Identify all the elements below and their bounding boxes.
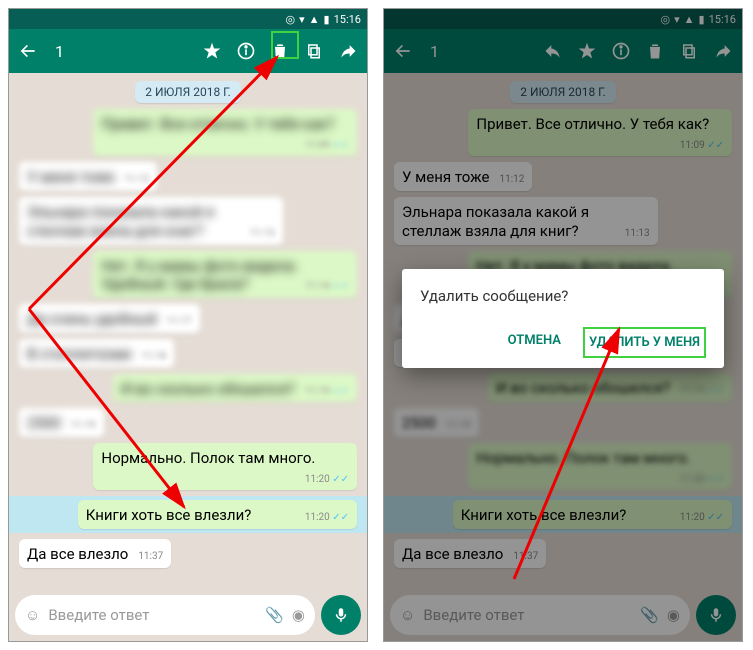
status-bar: ◎ ▾ ▲ ▮ 15:16	[9, 9, 367, 29]
delete-icon[interactable]	[269, 40, 291, 62]
battery-icon: ▮	[324, 13, 330, 26]
message-out[interactable]: И во сколько обошелся?11:19 ✓✓	[113, 374, 357, 403]
chat-area[interactable]: 2 ИЮЛЯ 2018 Г. Привет. Все отлично. У те…	[9, 73, 367, 589]
selected-row[interactable]: Книги хоть все влезли?11:20 ✓✓	[9, 496, 367, 533]
message-out-selected: Книги хоть все влезли?11:20 ✓✓	[78, 500, 357, 529]
mic-button[interactable]	[321, 595, 361, 635]
info-icon[interactable]	[235, 40, 257, 62]
message-in[interactable]: Да очень удобный11:17	[19, 304, 200, 333]
message-in[interactable]: Да все влезло11:37	[19, 539, 171, 568]
signal-icon: ▲	[309, 13, 320, 26]
phone-left: ◎ ▾ ▲ ▮ 15:16 1 2 ИЮЛЯ 2018 Г. Привет. В…	[8, 8, 368, 642]
message-out[interactable]: Привет. Все отлично. У тебя как?11:09 ✓✓	[93, 109, 357, 156]
back-icon[interactable]	[17, 40, 39, 62]
phone-right: ◎ ▾ ▲ ▮ 15:16 1 2 ИЮЛЯ 2018 Г. Привет. В…	[383, 8, 743, 642]
input-placeholder: Введите ответ	[48, 606, 257, 624]
composer: ☺ Введите ответ 📎 ◉	[9, 589, 367, 641]
message-in[interactable]: 250011:19	[19, 408, 104, 437]
status-time: 15:16	[334, 13, 361, 26]
dialog-title: Удалить сообщение?	[420, 287, 706, 305]
location-icon: ◎	[286, 13, 296, 26]
attach-icon[interactable]: 📎	[265, 606, 284, 624]
selection-count: 1	[55, 42, 64, 61]
message-out[interactable]: Нормально. Полок там много.11:20 ✓✓	[93, 443, 357, 490]
message-in[interactable]: Эльнара показала какой я стеллаж взяла д…	[19, 197, 283, 245]
delete-for-me-button[interactable]: УДАЛИТЬ У МЕНЯ	[583, 327, 706, 358]
message-in[interactable]: В стоплитхоме11:18	[19, 339, 174, 368]
delete-dialog: Удалить сообщение? ОТМЕНА УДАЛИТЬ У МЕНЯ	[402, 269, 724, 368]
forward-icon[interactable]	[337, 40, 359, 62]
message-in[interactable]: У меня тоже11:12	[19, 162, 157, 191]
cancel-button[interactable]: ОТМЕНА	[504, 327, 565, 358]
message-out[interactable]: Нет. Я у мамы фото видела. Удобный. Где …	[93, 251, 357, 299]
message-input[interactable]: ☺ Введите ответ 📎 ◉	[15, 595, 315, 635]
emoji-icon[interactable]: ☺	[25, 606, 40, 624]
date-chip: 2 ИЮЛЯ 2018 Г.	[135, 81, 240, 103]
selection-appbar: 1	[9, 29, 367, 73]
camera-icon[interactable]: ◉	[292, 606, 305, 624]
star-icon[interactable]	[201, 40, 223, 62]
wifi-icon: ▾	[299, 13, 305, 26]
copy-icon[interactable]	[303, 40, 325, 62]
